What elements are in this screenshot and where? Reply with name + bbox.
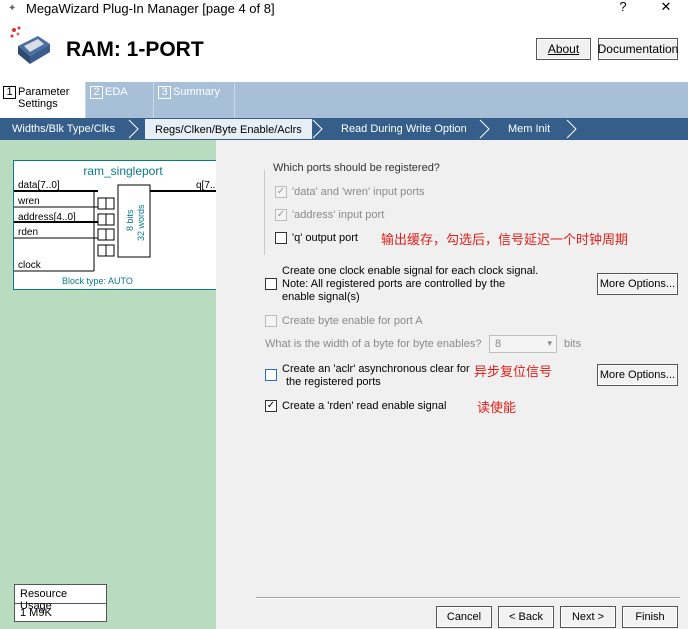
q-output-checkbox[interactable] <box>275 232 287 244</box>
pin-wren: wren <box>18 196 40 207</box>
byte-width-select[interactable]: 8 ▾ <box>489 335 557 353</box>
chevron-right-icon <box>128 119 139 139</box>
close-icon[interactable]: ✕ <box>651 0 681 15</box>
chevron-down-icon: ▾ <box>547 338 552 348</box>
clock-enable-more-options-button[interactable]: More Options... <box>597 273 678 295</box>
aclr-annotation: 异步复位信号 <box>474 364 553 379</box>
resource-usage-heading: Resource Usage <box>15 585 106 612</box>
registered-ports-title: Which ports should be registered? <box>273 162 440 174</box>
address-label: 'address' input port <box>292 209 385 221</box>
q-output-annotation: 输出缓存，勾选后，信号延迟一个时钟周期 <box>381 232 629 247</box>
block-symbol: ram_singleport data[7..0] wren address[4… <box>13 160 232 290</box>
q-output-label: 'q' output port <box>292 232 358 244</box>
page-tabs: 1 Parameter Settings 2 EDA 3 Summary <box>0 82 688 118</box>
clock-enable-label-3: enable signal(s) <box>282 291 360 303</box>
next-button[interactable]: Next > <box>560 606 616 628</box>
resource-usage-box: Resource Usage 1 M9K <box>14 584 107 622</box>
app-icon: ✦ <box>8 2 17 14</box>
finish-button[interactable]: Finish <box>622 606 678 628</box>
documentation-button[interactable]: Documentation <box>598 38 678 60</box>
resource-usage-value: 1 M9K <box>20 607 52 619</box>
window-title: MegaWizard Plug-In Manager [page 4 of 8] <box>26 0 275 16</box>
byte-width-unit: bits <box>564 338 582 350</box>
pin-data: data[7..0] <box>18 180 60 191</box>
cancel-button[interactable]: Cancel <box>436 606 492 628</box>
page-heading: RAM: 1-PORT <box>66 38 204 61</box>
aclr-checkbox[interactable] <box>265 369 277 381</box>
megafunction-logo-icon <box>10 26 50 64</box>
block-type-label: Block type: AUTO <box>62 276 133 286</box>
rden-label: Create a 'rden' read enable signal <box>282 400 447 412</box>
clock-enable-label-1: Create one clock enable signal for each … <box>282 265 539 277</box>
group-divider <box>264 170 265 255</box>
chevron-right-icon <box>479 119 490 139</box>
chevron-right-icon <box>312 119 323 139</box>
help-icon[interactable]: ? <box>608 0 638 14</box>
wizard-header: RAM: 1-PORT About Documentation <box>0 16 688 82</box>
back-button[interactable]: < Back <box>498 606 554 628</box>
subpage-widths[interactable]: Widths/Blk Type/Clks <box>12 118 115 140</box>
words-label: 32 words <box>136 204 146 241</box>
subpage-mem-init[interactable]: Mem Init <box>508 118 550 140</box>
aclr-more-options-button[interactable]: More Options... <box>597 364 678 386</box>
byte-enable-label: Create byte enable for port A <box>282 315 423 327</box>
footer-divider <box>256 597 680 599</box>
aclr-label-1: Create an 'aclr' asynchronous clear for <box>282 363 470 375</box>
clock-enable-checkbox[interactable] <box>265 278 277 290</box>
aclr-label-2: the registered ports <box>286 376 381 388</box>
tab-eda[interactable]: 2 EDA <box>87 82 154 118</box>
byte-width-question: What is the width of a byte for byte ena… <box>265 338 482 350</box>
title-bar: ✦ MegaWizard Plug-In Manager [page 4 of … <box>0 0 688 16</box>
rden-annotation: 读使能 <box>477 400 517 415</box>
subpage-read-during-write[interactable]: Read During Write Option <box>341 118 467 140</box>
tab-summary[interactable]: 3 Summary <box>155 82 235 118</box>
data-wren-checkbox[interactable]: ✓ <box>275 186 287 198</box>
pin-rden: rden <box>18 227 39 238</box>
address-checkbox[interactable]: ✓ <box>275 209 287 221</box>
pin-address: address[4..0] <box>18 212 76 223</box>
subpage-regs[interactable]: Regs/Clken/Byte Enable/Aclrs <box>144 118 313 140</box>
bits-label: 8 bits <box>125 209 135 231</box>
chevron-right-icon <box>566 119 577 139</box>
clock-enable-label-2: Note: All registered ports are controlle… <box>282 278 506 290</box>
byte-enable-checkbox[interactable] <box>265 315 277 327</box>
about-button[interactable]: About <box>536 38 591 60</box>
data-wren-label: 'data' and 'wren' input ports <box>292 186 425 198</box>
tab-parameter-settings[interactable]: 1 Parameter Settings <box>0 82 86 118</box>
subpage-nav: Widths/Blk Type/Clks Regs/Clken/Byte Ena… <box>0 118 688 140</box>
rden-checkbox[interactable]: ✓ <box>265 400 277 412</box>
pin-clock: clock <box>18 260 41 271</box>
